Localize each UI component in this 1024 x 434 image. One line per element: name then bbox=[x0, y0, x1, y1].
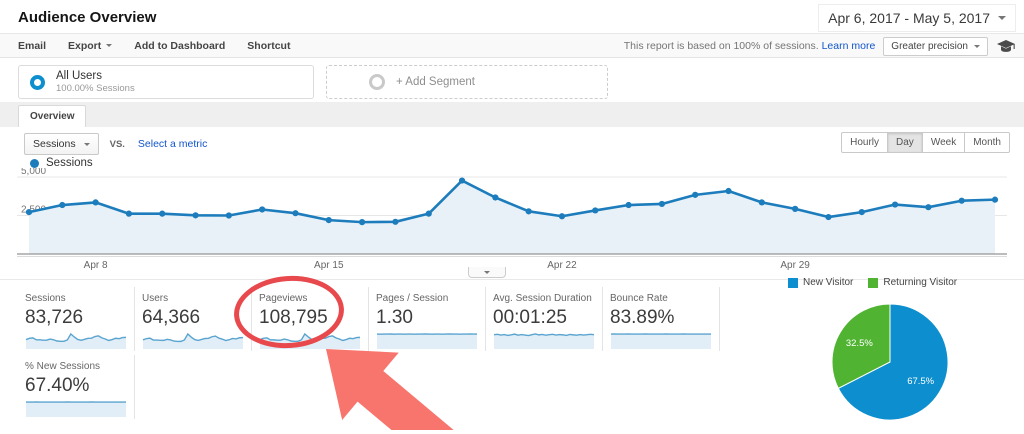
sampling-note: This report is based on 100% of sessions… bbox=[624, 40, 876, 52]
segment-detail: 100.00% Sessions bbox=[56, 83, 135, 94]
page-title: Audience Overview bbox=[18, 9, 157, 26]
vs-label: VS. bbox=[109, 138, 125, 150]
new-visitor-swatch-icon bbox=[788, 277, 798, 288]
chevron-down-icon bbox=[974, 44, 980, 48]
sampling-note-text: This report is based on 100% of sessions… bbox=[623, 40, 819, 52]
scorecard-pageviews: Pageviews 108,795 bbox=[252, 287, 369, 351]
scorecard-sparkline bbox=[259, 332, 361, 349]
granularity-week[interactable]: Week bbox=[922, 132, 966, 153]
scorecard-sparkline bbox=[142, 332, 244, 349]
toolbar-right-cluster: This report is based on 100% of sessions… bbox=[624, 34, 1016, 58]
scorecard-sparkline bbox=[610, 333, 712, 349]
svg-text:Apr 29: Apr 29 bbox=[780, 260, 810, 271]
granularity-month[interactable]: Month bbox=[965, 132, 1010, 153]
scorecards-row2: % New Sessions 67.40% bbox=[18, 355, 135, 419]
svg-text:5,000: 5,000 bbox=[21, 168, 46, 177]
chevron-down-icon bbox=[998, 16, 1006, 20]
metric-picker-row: Sessions VS. Select a metric bbox=[24, 133, 207, 155]
scorecard-value: 64,366 bbox=[142, 307, 201, 328]
segment-name: All Users bbox=[56, 70, 103, 82]
pie-legend-item-returning-visitor: Returning Visitor bbox=[868, 277, 957, 288]
add-segment-label: + Add Segment bbox=[396, 76, 475, 88]
scorecards-row1: Sessions 83,726 Users 64,366 Pageviews 108,79… bbox=[18, 287, 720, 351]
tab-strip: Overview bbox=[0, 102, 1024, 127]
scorecard-value: 83.89% bbox=[610, 307, 675, 328]
pie-legend-item-new-visitor: New Visitor bbox=[788, 277, 853, 288]
scorecard-value: 108,795 bbox=[259, 307, 328, 328]
scorecard-value: 1.30 bbox=[376, 307, 413, 328]
scorecard-label[interactable]: Sessions bbox=[25, 293, 127, 304]
scorecard-label[interactable]: Pages / Session bbox=[376, 293, 478, 304]
date-range-selector[interactable]: Apr 6, 2017 - May 5, 2017 bbox=[818, 4, 1016, 32]
scorecard-label[interactable]: % New Sessions bbox=[25, 361, 127, 372]
add-segment-button[interactable]: + Add Segment bbox=[326, 65, 608, 99]
granularity-hourly[interactable]: Hourly bbox=[841, 132, 889, 153]
svg-text:32.5%: 32.5% bbox=[846, 338, 873, 349]
scorecard-value: 83,726 bbox=[25, 307, 84, 328]
learn-more-link[interactable]: Learn more bbox=[822, 40, 876, 52]
scorecard-sparkline bbox=[376, 333, 477, 349]
visitor-type-pie-chart[interactable]: 67.5% 32.5% bbox=[815, 294, 965, 434]
scorecard-pages-session: Pages / Session 1.30 bbox=[369, 287, 486, 351]
add-to-dashboard-button[interactable]: Add to Dashboard bbox=[134, 40, 225, 52]
email-button[interactable]: Email bbox=[18, 40, 46, 52]
scorecard-sparkline bbox=[25, 332, 127, 349]
granularity-buttons: Hourly Day Week Month bbox=[841, 132, 1010, 153]
chevron-down-icon bbox=[484, 270, 490, 274]
scorecard-users: Users 64,366 bbox=[135, 287, 252, 351]
scorecard-value: 67.40% bbox=[25, 375, 90, 396]
returning-visitor-swatch-icon bbox=[868, 277, 879, 288]
segments-band: All Users 100.00% Sessions + Add Segment bbox=[0, 58, 1024, 102]
scorecard-value: 00:01:25 bbox=[493, 307, 567, 328]
segment-all-users[interactable]: All Users 100.00% Sessions bbox=[18, 65, 314, 99]
sessions-line-chart[interactable]: 2,5005,000Apr 8 Apr 15 Apr 22 Apr 29 bbox=[17, 168, 1007, 271]
granularity-day[interactable]: Day bbox=[888, 132, 923, 153]
chevron-down-icon bbox=[106, 44, 113, 47]
report-toolbar: Email Export Add to Dashboard Shortcut T… bbox=[0, 34, 1024, 58]
scorecard-label[interactable]: Pageviews bbox=[259, 293, 361, 304]
svg-text:Apr 22: Apr 22 bbox=[547, 260, 577, 271]
precision-dropdown[interactable]: Greater precision bbox=[883, 36, 988, 56]
report-header: Audience Overview Apr 6, 2017 - May 5, 2… bbox=[0, 0, 1024, 34]
scorecard-sparkline bbox=[493, 333, 595, 349]
metric-select-dropdown[interactable]: Sessions bbox=[24, 133, 99, 155]
segment-donut-icon bbox=[30, 74, 45, 90]
scorecard-new-sessions: % New Sessions 67.40% bbox=[18, 355, 135, 419]
export-button-label: Export bbox=[68, 39, 102, 52]
svg-text:Apr 8: Apr 8 bbox=[84, 260, 108, 271]
pie-legend-label: Returning Visitor bbox=[883, 277, 958, 288]
sessions-legend-dot bbox=[30, 158, 39, 168]
metric-select-label: Sessions bbox=[33, 138, 76, 150]
audience-overview-page: Audience Overview Apr 6, 2017 - May 5, 2… bbox=[0, 0, 1024, 430]
precision-label: Greater precision bbox=[891, 40, 968, 52]
scorecard-bounce-rate: Bounce Rate 83.89% bbox=[603, 287, 720, 351]
chevron-down-icon bbox=[83, 142, 90, 146]
svg-text:67.5%: 67.5% bbox=[907, 376, 934, 387]
scorecard-label[interactable]: Users bbox=[142, 293, 244, 304]
scorecard-avg-session-duration: Avg. Session Duration 00:01:25 bbox=[486, 287, 603, 351]
scorecard-label[interactable]: Bounce Rate bbox=[610, 293, 712, 304]
select-a-metric-link[interactable]: Select a metric bbox=[138, 138, 207, 150]
scorecard-sparkline bbox=[25, 401, 126, 417]
segment-donut-icon bbox=[369, 74, 385, 90]
overview-panel: Sessions VS. Select a metric Hourly Day … bbox=[0, 127, 1024, 430]
date-range-text: Apr 6, 2017 - May 5, 2017 bbox=[828, 10, 990, 26]
svg-text:Apr 15: Apr 15 bbox=[314, 260, 344, 271]
chart-annotations-handle[interactable] bbox=[468, 267, 506, 278]
pie-legend: New Visitor Returning Visitor bbox=[788, 277, 957, 288]
academy-cap-icon[interactable] bbox=[996, 39, 1016, 54]
export-button[interactable]: Export bbox=[68, 39, 113, 52]
shortcut-button[interactable]: Shortcut bbox=[247, 40, 290, 52]
tab-overview[interactable]: Overview bbox=[18, 105, 87, 127]
pie-legend-label: New Visitor bbox=[803, 277, 854, 288]
scorecard-sessions: Sessions 83,726 bbox=[18, 287, 135, 351]
scorecard-label[interactable]: Avg. Session Duration bbox=[493, 293, 595, 304]
